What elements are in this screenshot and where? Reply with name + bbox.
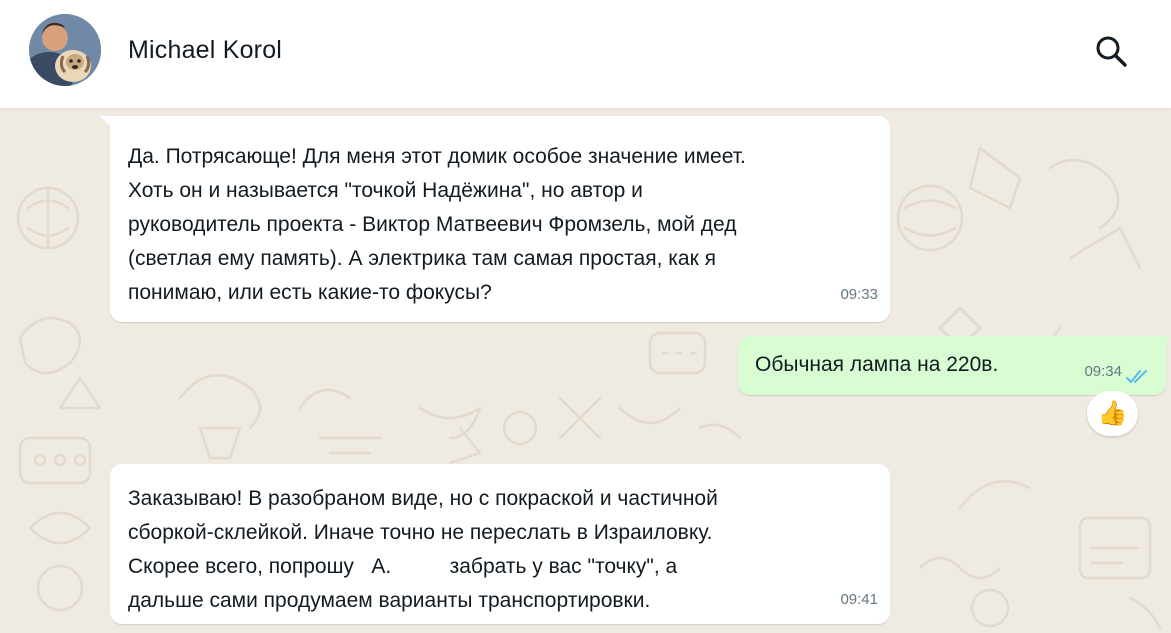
reaction-badge[interactable]: 👍 bbox=[1087, 391, 1138, 436]
message-incoming[interactable]: Заказываю! В разобраном виде, но с покра… bbox=[110, 464, 890, 624]
avatar-photo-icon bbox=[29, 14, 101, 86]
message-time: 09:34 bbox=[1084, 363, 1122, 380]
contact-avatar[interactable] bbox=[29, 14, 101, 86]
message-text: Заказываю! В разобраном виде, но с покра… bbox=[128, 487, 718, 612]
chat-header: Michael Korol bbox=[0, 0, 1171, 108]
message-outgoing[interactable]: Обычная лампа на 220в. 09:34 bbox=[738, 336, 1166, 395]
chat-panel[interactable]: Да. Потрясающе! Для меня этот домик особ… bbox=[0, 108, 1171, 633]
double-check-read-icon bbox=[1126, 370, 1147, 383]
message-time: 09:33 bbox=[840, 286, 878, 303]
contact-name[interactable]: Michael Korol bbox=[128, 36, 282, 65]
message-text: Да. Потрясающе! Для меня этот домик особ… bbox=[128, 145, 746, 304]
message-incoming[interactable]: Да. Потрясающе! Для меня этот домик особ… bbox=[110, 116, 890, 322]
search-icon bbox=[1096, 36, 1127, 67]
message-time: 09:41 bbox=[840, 591, 878, 608]
search-button[interactable] bbox=[1092, 32, 1132, 72]
